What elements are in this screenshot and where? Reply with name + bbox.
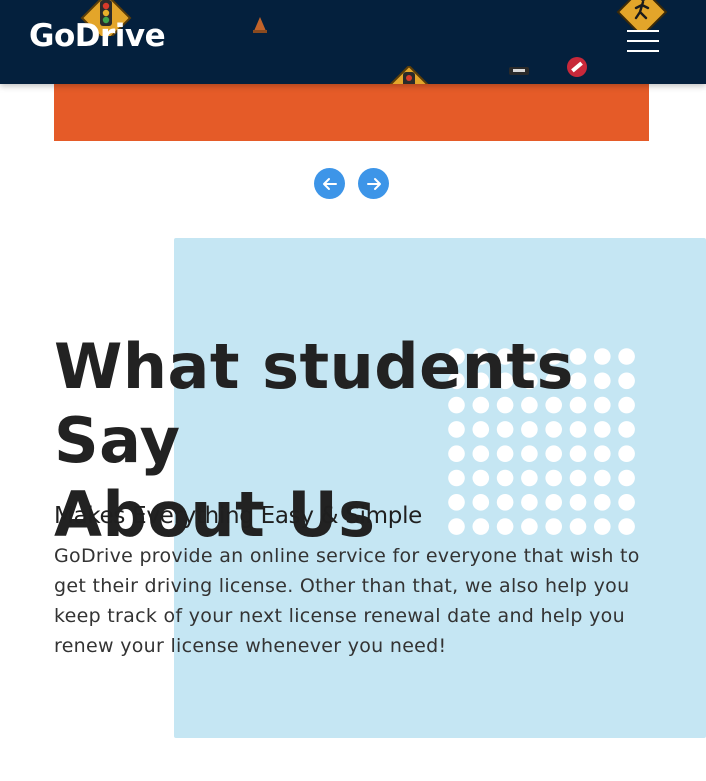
arrow-left-icon xyxy=(322,177,337,190)
section-subheading: Makes Everything Easy & Simple xyxy=(54,503,423,529)
menu-line xyxy=(627,50,659,52)
site-header: GoDrive xyxy=(0,0,706,84)
hamburger-menu-icon[interactable] xyxy=(627,30,659,54)
no-entry-sign-icon xyxy=(567,57,587,77)
brand-logo[interactable]: GoDrive xyxy=(29,18,166,54)
section-description: GoDrive provide an online service for ev… xyxy=(54,545,640,657)
carousel-next-button[interactable] xyxy=(358,168,389,199)
traffic-light-sign-icon-2 xyxy=(389,66,429,84)
arrow-right-icon xyxy=(366,177,381,190)
menu-line xyxy=(627,40,659,42)
pedestrian-sign-icon xyxy=(616,0,668,30)
heading-line-1: What students Say xyxy=(54,330,574,477)
carousel-prev-button[interactable] xyxy=(314,168,345,199)
carousel-slide xyxy=(54,84,649,141)
menu-line xyxy=(627,30,659,32)
road-marker-icon xyxy=(509,67,529,75)
traffic-cone-icon xyxy=(253,17,267,33)
